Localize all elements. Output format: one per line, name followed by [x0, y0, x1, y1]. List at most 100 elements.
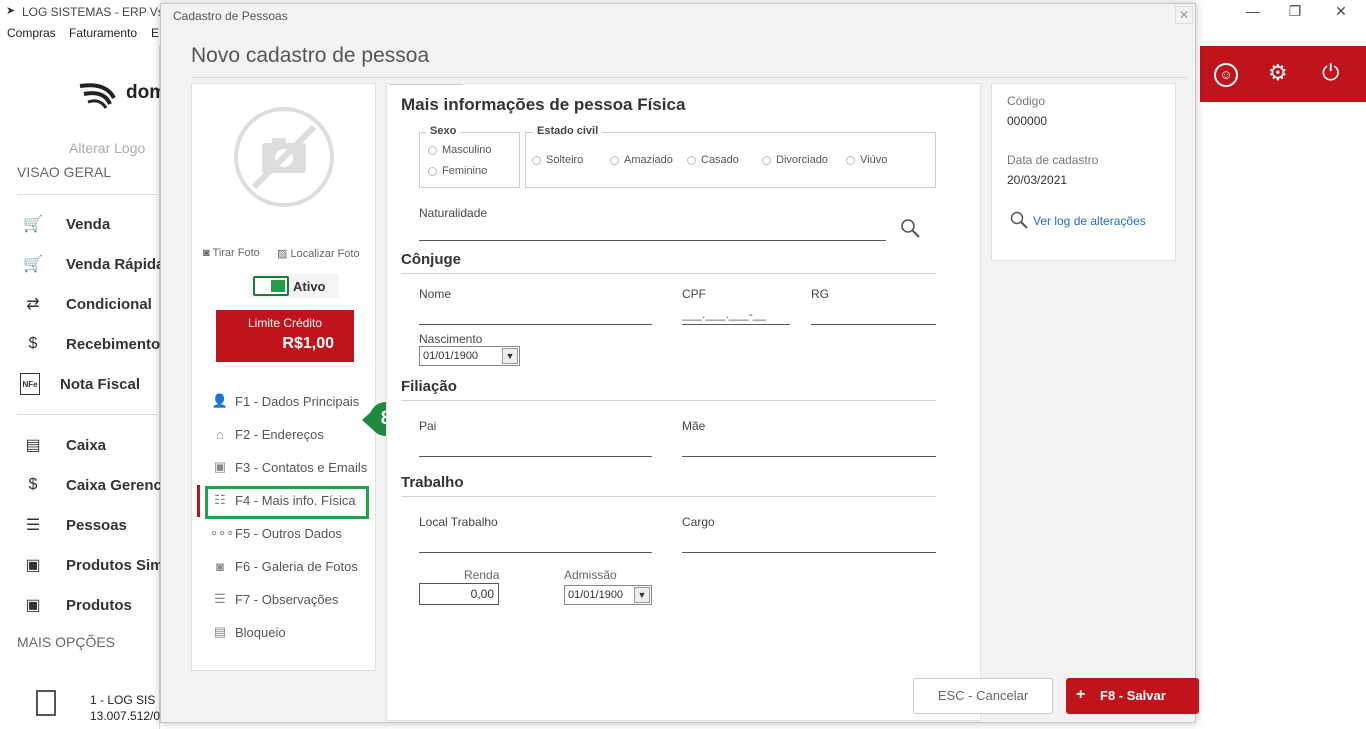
- company-cnpj: 13.007.512/00: [90, 709, 167, 723]
- cart-fast-icon: 🛒: [23, 256, 43, 273]
- conjuge-nome-label: Nome: [419, 287, 452, 301]
- codigo-value: 000000: [1007, 114, 1048, 128]
- active-label: Ativo: [293, 279, 326, 294]
- nav-venda[interactable]: 🛒 Venda: [20, 210, 170, 238]
- radio-solteiro[interactable]: Solteiro: [532, 154, 583, 166]
- nav-caixa-gerencial[interactable]: $ Caixa Gerenc: [20, 471, 170, 499]
- section-overview: VISAO GERAL: [17, 164, 112, 180]
- tab-bloqueio[interactable]: ▤ Bloqueio: [210, 621, 286, 643]
- cart-icon: 🛒: [23, 216, 43, 233]
- naturalidade-label: Naturalidade: [419, 206, 488, 220]
- save-button[interactable]: + F8 - Salvar: [1066, 678, 1199, 714]
- divider: [191, 77, 1187, 78]
- highlight-box: [205, 486, 369, 519]
- money-person-icon: $: [28, 476, 38, 493]
- cargo-input[interactable]: [682, 552, 936, 553]
- conjuge-rg-label: RG: [811, 287, 829, 301]
- tab-outros-dados[interactable]: ∘∘∘ F5 - Outros Dados: [210, 522, 342, 544]
- radio-amaziado[interactable]: Amaziado: [610, 154, 673, 166]
- close-button[interactable]: ✕: [1318, 0, 1364, 22]
- radio-feminino[interactable]: Feminino: [428, 165, 487, 177]
- app-logo-icon: ➤: [6, 5, 16, 17]
- tab-contatos[interactable]: ▣ F3 - Contatos e Emails: [210, 456, 367, 478]
- app-sidebar: dom Alterar Logo VISAO GERAL 🛒 Venda 🛒 Ven…: [0, 46, 167, 729]
- nav-nota-fiscal[interactable]: NFe Nota Fiscal: [20, 370, 170, 398]
- menu-compras[interactable]: Compras: [7, 26, 56, 40]
- radio-masculino[interactable]: Masculino: [428, 144, 492, 156]
- panel-tab-edge: [389, 82, 463, 85]
- person-icon: 👤: [211, 393, 229, 408]
- cargo-label: Cargo: [682, 515, 715, 529]
- credit-limit-card: Limite Crédito R$1,00: [216, 310, 354, 362]
- nav-caixa[interactable]: ▤ Caixa: [20, 431, 170, 459]
- chevron-down-icon[interactable]: ▼: [502, 348, 518, 364]
- conjuge-cpf-label: CPF: [682, 287, 706, 301]
- credit-limit-label: Limite Crédito: [247, 316, 323, 330]
- dots-icon: ∘∘∘: [210, 525, 235, 540]
- company-name: 1 - LOG SIS: [90, 693, 156, 707]
- chevron-down-icon[interactable]: ▼: [634, 587, 650, 603]
- menu-faturamento[interactable]: Faturamento: [69, 26, 137, 40]
- nav-produtos-simples[interactable]: ▣ Produtos Sim: [20, 551, 170, 579]
- pai-input[interactable]: [419, 456, 652, 457]
- dialog-window-title: Cadastro de Pessoas: [173, 9, 288, 23]
- form-title: Mais informações de pessoa Física: [401, 95, 686, 114]
- search-icon[interactable]: [900, 218, 922, 240]
- dialog-close-button[interactable]: ✕: [1175, 6, 1193, 24]
- mae-input[interactable]: [682, 456, 936, 457]
- left-panel: ◙ Tirar Foto ▨ Localizar Foto Ativo Limi…: [191, 83, 376, 671]
- divider: [17, 194, 157, 195]
- credit-limit-value: R$1,00: [282, 335, 334, 352]
- gear-icon[interactable]: ⚙: [1268, 60, 1288, 86]
- active-toggle[interactable]: [253, 276, 289, 296]
- view-log-link[interactable]: Ver log de alterações: [1033, 214, 1146, 228]
- radio-viuvo[interactable]: Viúvo: [846, 154, 887, 166]
- minimize-button[interactable]: —: [1230, 0, 1276, 22]
- estado-civil-group: Estado civil Solteiro Amaziado Casado Di…: [525, 125, 936, 188]
- tab-dados-principais[interactable]: 👤 F1 - Dados Principais: [210, 390, 359, 412]
- tab-galeria[interactable]: ◙ F6 - Galeria de Fotos: [210, 555, 358, 577]
- no-photo-icon[interactable]: [234, 107, 334, 207]
- nascimento-date-picker[interactable]: 01/01/1900 ▼: [419, 346, 520, 366]
- renda-label: Renda: [464, 568, 500, 582]
- radio-casado[interactable]: Casado: [687, 154, 739, 166]
- nav-pessoas[interactable]: ☰ Pessoas: [20, 511, 170, 539]
- notes-icon: ☰: [214, 591, 226, 606]
- tab-enderecos[interactable]: ⌂ F2 - Endereços: [210, 423, 324, 445]
- menu-more[interactable]: E: [151, 26, 159, 40]
- conjuge-nome-input[interactable]: [419, 324, 652, 325]
- search-icon: [1010, 211, 1030, 231]
- nav-venda-rapida[interactable]: 🛒 Venda Rápida: [20, 250, 170, 278]
- take-photo-link[interactable]: ◙ Tirar Foto: [203, 247, 260, 259]
- nav-recebimento[interactable]: $ Recebimento: [20, 330, 170, 358]
- data-cadastro-label: Data de cadastro: [1007, 153, 1099, 167]
- tab-observacoes[interactable]: ☰ F7 - Observações: [210, 588, 338, 610]
- power-icon[interactable]: ⏻: [1322, 60, 1339, 86]
- nav-produtos[interactable]: ▣ Produtos: [20, 591, 170, 619]
- brand-logo-icon: [78, 80, 118, 110]
- user-icon[interactable]: ☺: [1214, 63, 1238, 87]
- local-trabalho-input[interactable]: [419, 552, 652, 553]
- people-icon: ☰: [25, 517, 41, 534]
- sexo-group: Sexo Masculino Feminino: [419, 125, 520, 188]
- contact-icon: ▣: [213, 459, 227, 474]
- cart-transfer-icon: ⇄: [26, 296, 40, 313]
- money-hand-icon: $: [28, 335, 38, 352]
- naturalidade-input[interactable]: [419, 240, 886, 241]
- radio-divorciado[interactable]: Divorciado: [762, 154, 828, 166]
- conjuge-cpf-input[interactable]: ___.___.___-__: [682, 307, 766, 321]
- nascimento-label: Nascimento: [419, 332, 483, 346]
- conjuge-rg-input[interactable]: [811, 324, 936, 325]
- divider: [17, 414, 157, 415]
- restore-button[interactable]: ❐: [1272, 0, 1318, 22]
- nfe-icon: NFe: [20, 373, 40, 395]
- estado-civil-legend: Estado civil: [533, 125, 603, 137]
- find-photo-link[interactable]: ▨ Localizar Foto: [277, 247, 360, 260]
- admissao-date-picker[interactable]: 01/01/1900 ▼: [564, 585, 652, 605]
- renda-input[interactable]: 0,00: [419, 583, 499, 605]
- person-dialog: Cadastro de Pessoas ✕ Novo cadastro de p…: [160, 3, 1199, 723]
- nav-condicional[interactable]: ⇄ Condicional: [20, 290, 170, 318]
- cancel-button[interactable]: ESC - Cancelar: [913, 678, 1053, 714]
- conjuge-title: Cônjuge: [401, 251, 461, 268]
- alter-logo-link[interactable]: Alterar Logo: [69, 140, 145, 156]
